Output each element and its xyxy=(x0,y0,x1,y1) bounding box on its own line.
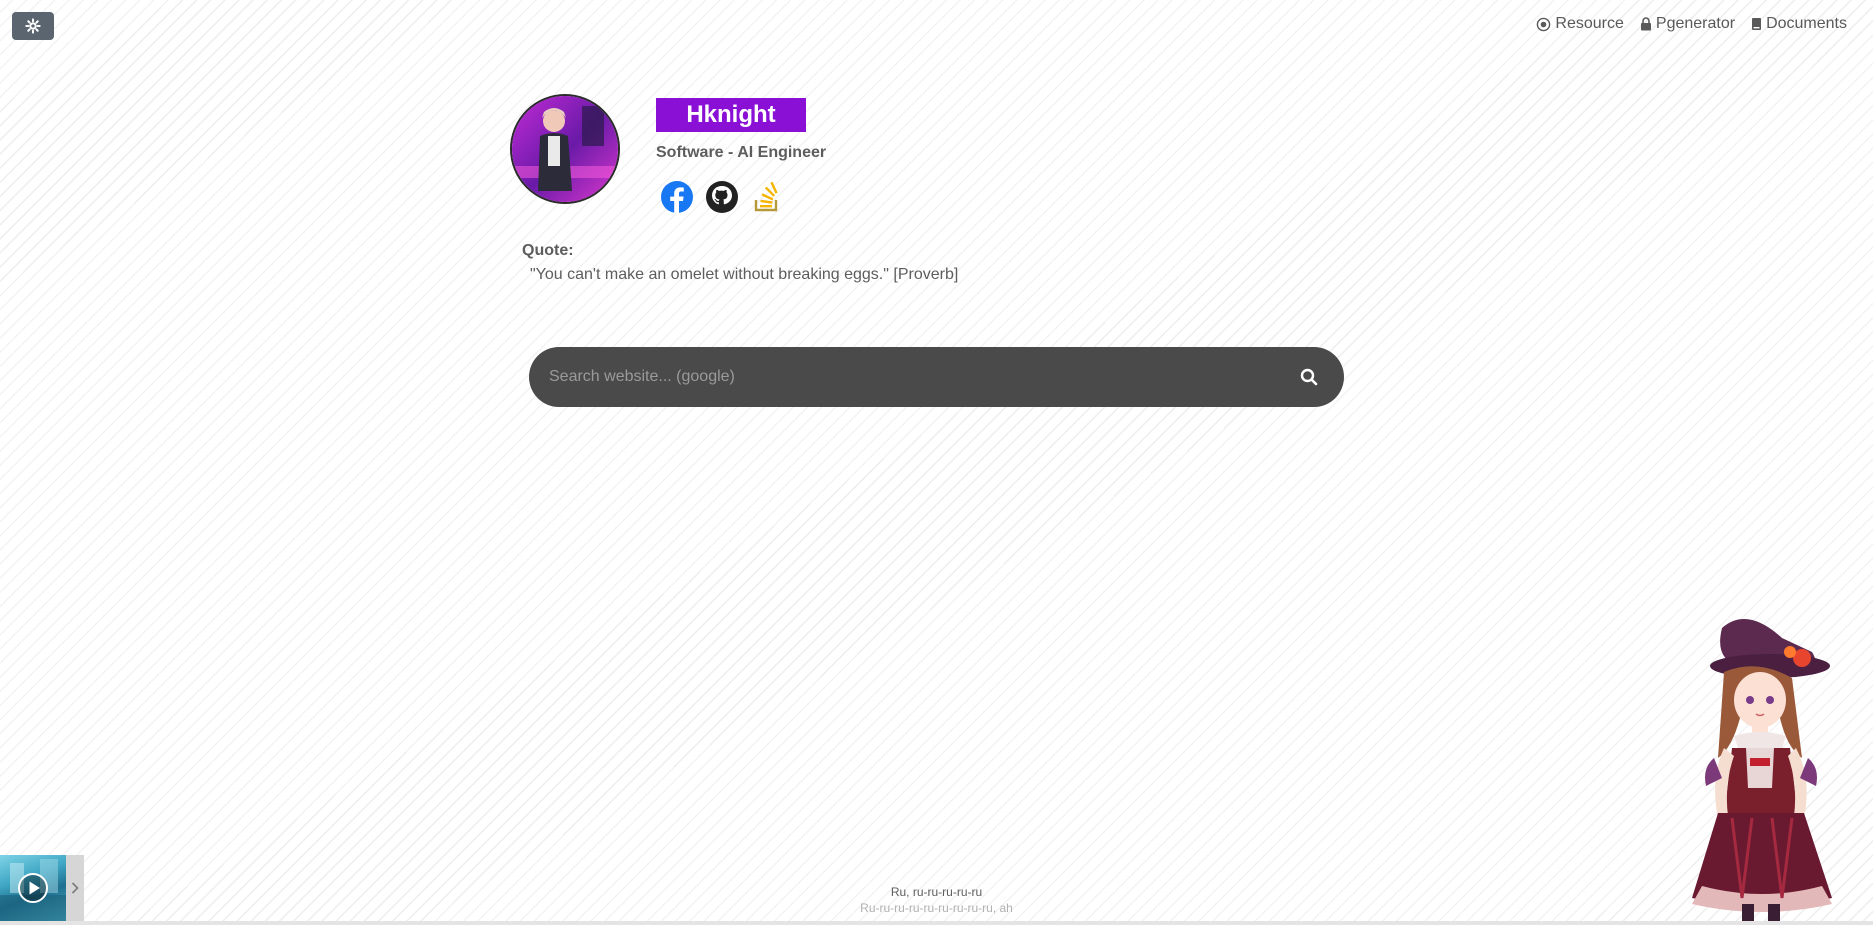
page-bottom-border xyxy=(0,921,1873,925)
github-icon xyxy=(706,181,738,213)
nav-resource-link[interactable]: Resource xyxy=(1536,15,1624,33)
social-links xyxy=(660,180,784,214)
github-link[interactable] xyxy=(705,180,739,214)
nav-pgenerator-link[interactable]: Pgenerator xyxy=(1640,15,1735,33)
search-input[interactable] xyxy=(529,347,1280,407)
book-icon xyxy=(1752,18,1762,30)
profile-name-badge: Hknight xyxy=(656,98,806,132)
search-button[interactable] xyxy=(1280,348,1338,406)
profile-name: Hknight xyxy=(686,101,776,128)
quote-text: "You can't make an omelet without breaki… xyxy=(530,266,959,283)
nav-documents-link[interactable]: Documents xyxy=(1751,15,1847,33)
search-bar xyxy=(529,347,1344,407)
facebook-icon xyxy=(661,181,693,213)
facebook-link[interactable] xyxy=(660,180,694,214)
lyric-current-line: Ru, ru-ru-ru-ru-ru xyxy=(890,885,983,899)
mascot-character-image xyxy=(1692,619,1832,925)
top-nav: Resource Pgenerator Documents xyxy=(1536,15,1847,33)
stackoverflow-icon xyxy=(754,182,778,212)
gear-icon xyxy=(25,18,41,34)
lyric-next-line: Ru-ru-ru-ru-ru-ru-ru-ru-ru, ah xyxy=(860,901,1013,915)
theme-toggle-button[interactable] xyxy=(12,12,54,40)
profile-role: Software - AI Engineer xyxy=(656,144,827,161)
nav-documents-label: Documents xyxy=(1766,15,1847,32)
lyrics-display: Ru, ru-ru-ru-ru-ru Ru-ru-ru-ru-ru-ru-ru-… xyxy=(0,884,1873,916)
lock-icon xyxy=(1640,17,1651,31)
stackoverflow-link[interactable] xyxy=(750,180,784,214)
nav-resource-label: Resource xyxy=(1555,15,1624,32)
live2d-mascot[interactable] xyxy=(1662,608,1862,925)
nav-pgenerator-label: Pgenerator xyxy=(1655,15,1736,32)
radio-target-icon xyxy=(1537,17,1551,31)
quote-label: Quote: xyxy=(522,242,574,259)
search-icon xyxy=(1300,368,1318,386)
avatar xyxy=(510,94,620,204)
